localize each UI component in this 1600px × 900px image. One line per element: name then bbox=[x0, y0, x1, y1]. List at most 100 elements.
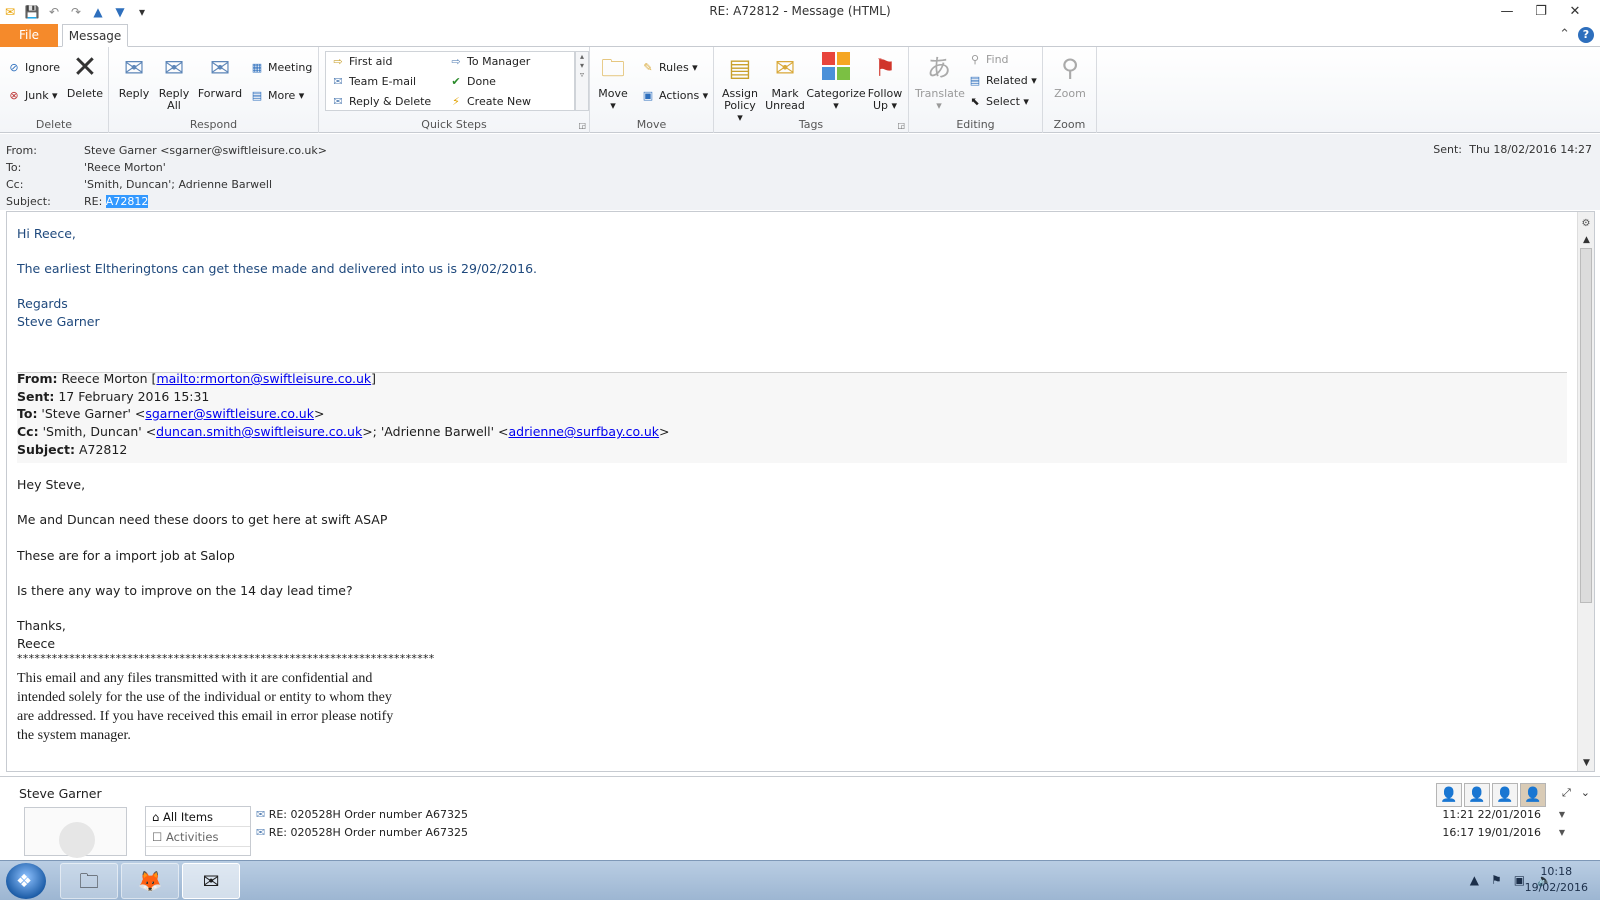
ignore-button[interactable]: ⊘ Ignore bbox=[6, 59, 60, 77]
more-icon: ▤ bbox=[251, 89, 263, 102]
quick-step-first-aid[interactable]: ⇨ First aid bbox=[330, 53, 392, 71]
window-controls: — ❐ ✕ bbox=[1490, 2, 1592, 22]
disclaimer-line: are addressed. If you have received this… bbox=[17, 709, 394, 724]
action-center-flag-icon[interactable]: ⚑ bbox=[1491, 873, 1502, 887]
mark-unread-icon: ✉ bbox=[774, 54, 796, 82]
outlook-taskbar-icon[interactable]: ✉ bbox=[182, 863, 240, 899]
subject-selected-text[interactable]: A72812 bbox=[105, 195, 149, 208]
body-line-1: The earliest Eltheringtons can get these… bbox=[17, 261, 538, 276]
system-clock[interactable]: 10:18 19/02/2016 bbox=[1525, 864, 1588, 896]
filter-all-items[interactable]: ⌂ All Items bbox=[146, 807, 250, 827]
dialog-launcher-icon[interactable]: ◲ bbox=[578, 121, 586, 130]
quick-step-reply-delete[interactable]: ✉ Reply & Delete bbox=[330, 93, 431, 111]
sent-value: Thu 18/02/2016 14:27 bbox=[1469, 143, 1592, 156]
quick-step-label: Team E-mail bbox=[349, 75, 417, 88]
close-button[interactable]: ✕ bbox=[1558, 2, 1592, 22]
show-hidden-icons-icon[interactable]: ▲ bbox=[1470, 873, 1479, 887]
reply-button[interactable]: ✉ Reply bbox=[117, 51, 151, 100]
actions-button[interactable]: ▣ Actions ▾ bbox=[640, 87, 708, 105]
delete-button[interactable]: ✕ Delete bbox=[66, 51, 104, 100]
follow-up-label-2: Up bbox=[872, 99, 888, 112]
ignore-icon: ⊘ bbox=[9, 61, 19, 74]
orig-subject: Subject: A72812 bbox=[17, 442, 127, 457]
find-button[interactable]: ⚲ Find bbox=[967, 51, 1009, 69]
dialog-launcher-icon[interactable]: ◲ bbox=[897, 121, 905, 130]
quick-step-create-new[interactable]: ⚡ Create New bbox=[448, 93, 531, 111]
chevron-down-icon[interactable]: ▼ bbox=[1559, 824, 1565, 842]
person-avatar-icon[interactable]: 👤 bbox=[1436, 783, 1462, 807]
forward-label: Forward bbox=[197, 87, 243, 100]
person-avatar-icon[interactable]: 👤 bbox=[1492, 783, 1518, 807]
ribbon: ⊘ Ignore ⊗ Junk ▾ ✕ Delete Delete ✉ Reply … bbox=[0, 47, 1600, 133]
junk-button[interactable]: ⊗ Junk ▾ bbox=[6, 87, 57, 105]
start-button[interactable]: ❖ bbox=[6, 863, 46, 899]
cc-value[interactable]: 'Smith, Duncan'; Adrienne Barwell bbox=[84, 178, 272, 191]
tab-message[interactable]: Message bbox=[62, 24, 128, 47]
email-icon: ✉ bbox=[256, 808, 266, 821]
group-label-quick-steps: Quick Steps bbox=[421, 118, 487, 131]
to-value[interactable]: 'Reece Morton' bbox=[84, 161, 166, 174]
meeting-label: Meeting bbox=[268, 61, 313, 74]
chevron-down-icon[interactable]: ▼ bbox=[1559, 806, 1565, 824]
disclaimer-line: This email and any files transmitted wit… bbox=[17, 671, 373, 686]
scroll-down-icon[interactable]: ▼ bbox=[1578, 755, 1594, 771]
quick-step-done[interactable]: ✔ Done bbox=[448, 73, 496, 91]
orig-cc-link-2[interactable]: adrienne@surfbay.co.uk bbox=[509, 424, 660, 439]
zoom-button[interactable]: ⚲ Zoom bbox=[1049, 51, 1091, 100]
rules-button[interactable]: ✎ Rules ▾ bbox=[640, 59, 697, 77]
related-button[interactable]: ▤ Related ▾ bbox=[967, 72, 1037, 90]
orig-to-link[interactable]: sgarner@swiftleisure.co.uk bbox=[145, 406, 314, 421]
people-pane-items: ✉ RE: 020528H Order number A67325 11:21 … bbox=[252, 806, 1574, 856]
quick-step-team-email[interactable]: ✉ Team E-mail bbox=[330, 73, 416, 91]
people-pane: Steve Garner 👤 👤 👤 👤 ⤢ ⌄ ⌂ All Items ☐ A… bbox=[0, 776, 1600, 858]
orig-from-link[interactable]: mailto:rmorton@swiftleisure.co.uk bbox=[156, 371, 371, 386]
explorer-taskbar-icon[interactable]: 🗀 bbox=[60, 863, 118, 899]
scrollbar-thumb[interactable] bbox=[1580, 248, 1592, 603]
message-body[interactable]: Hi Reece, The earliest Eltheringtons can… bbox=[6, 211, 1595, 772]
firefox-taskbar-icon[interactable]: 🦊 bbox=[121, 863, 179, 899]
people-photos: 👤 👤 👤 👤 bbox=[1436, 783, 1546, 807]
select-button[interactable]: ⬉ Select ▾ bbox=[967, 93, 1029, 111]
scroll-up-icon[interactable]: ▲ bbox=[1578, 232, 1594, 248]
meeting-button[interactable]: ▦ Meeting bbox=[249, 59, 313, 77]
orig-cc-link-1[interactable]: duncan.smith@swiftleisure.co.uk bbox=[156, 424, 362, 439]
more-button[interactable]: ▤ More ▾ bbox=[249, 87, 305, 105]
assign-policy-button[interactable]: ▤ Assign Policy ▾ bbox=[720, 51, 760, 124]
orig-to: To: 'Steve Garner' <sgarner@swiftleisure… bbox=[17, 406, 324, 421]
orig-from-text: Reece Morton [ bbox=[57, 371, 157, 386]
collapse-pane-icon[interactable]: ⌄ bbox=[1581, 786, 1590, 800]
mark-unread-button[interactable]: ✉ Mark Unread bbox=[764, 51, 806, 112]
follow-up-button[interactable]: ⚑ Follow Up ▾ bbox=[866, 51, 904, 112]
categorize-button[interactable]: Categorize ▾ bbox=[806, 51, 866, 112]
body-scrollbar[interactable]: ⚙ ▲ ▼ bbox=[1577, 212, 1594, 771]
help-icon[interactable]: ? bbox=[1578, 27, 1594, 43]
group-delete: ⊘ Ignore ⊗ Junk ▾ ✕ Delete Delete bbox=[0, 47, 109, 133]
minimize-button[interactable]: — bbox=[1490, 2, 1524, 22]
quick-steps-scroll[interactable]: ▴ ▾ ▿ bbox=[575, 51, 589, 111]
forward-button[interactable]: ✉ Forward bbox=[197, 51, 243, 100]
filter-activities[interactable]: ☐ Activities bbox=[146, 827, 250, 847]
move-button[interactable]: 🗀 Move ▾ bbox=[596, 51, 630, 112]
tab-file[interactable]: File bbox=[0, 24, 58, 47]
group-quick-steps: ⇨ First aid ✉ Team E-mail ✉ Reply & Delete … bbox=[319, 47, 590, 133]
from-value[interactable]: Steve Garner <sgarner@swiftleisure.co.uk… bbox=[84, 144, 327, 157]
network-icon[interactable]: ▣ bbox=[1514, 873, 1525, 887]
person-photo-icon[interactable]: 👤 bbox=[1520, 783, 1546, 807]
list-item[interactable]: ✉ RE: 020528H Order number A67325 11:21 … bbox=[256, 806, 1571, 824]
reply-delete-icon: ✉ bbox=[333, 95, 343, 108]
person-avatar-icon[interactable]: 👤 bbox=[1464, 783, 1490, 807]
to-label: To: bbox=[6, 161, 22, 174]
minimize-ribbon-icon[interactable]: ⌃ bbox=[1559, 27, 1570, 43]
orig-to-label: To: bbox=[17, 406, 38, 421]
junk-icon: ⊗ bbox=[9, 89, 19, 102]
reply-all-button[interactable]: ✉ Reply All bbox=[157, 51, 191, 112]
translate-button[interactable]: あ Translate ▾ bbox=[915, 51, 965, 112]
list-item[interactable]: ✉ RE: 020528H Order number A67325 16:17 … bbox=[256, 824, 1571, 842]
subject-prefix: RE: bbox=[84, 195, 106, 208]
expand-pane-icon[interactable]: ⤢ bbox=[1562, 786, 1571, 800]
ignore-label: Ignore bbox=[25, 61, 60, 74]
restore-button[interactable]: ❐ bbox=[1524, 2, 1558, 22]
actions-icon: ▣ bbox=[642, 89, 654, 102]
orig-cc: Cc: 'Smith, Duncan' <duncan.smith@swiftl… bbox=[17, 424, 670, 439]
quick-step-to-manager[interactable]: ⇨ To Manager bbox=[448, 53, 530, 71]
